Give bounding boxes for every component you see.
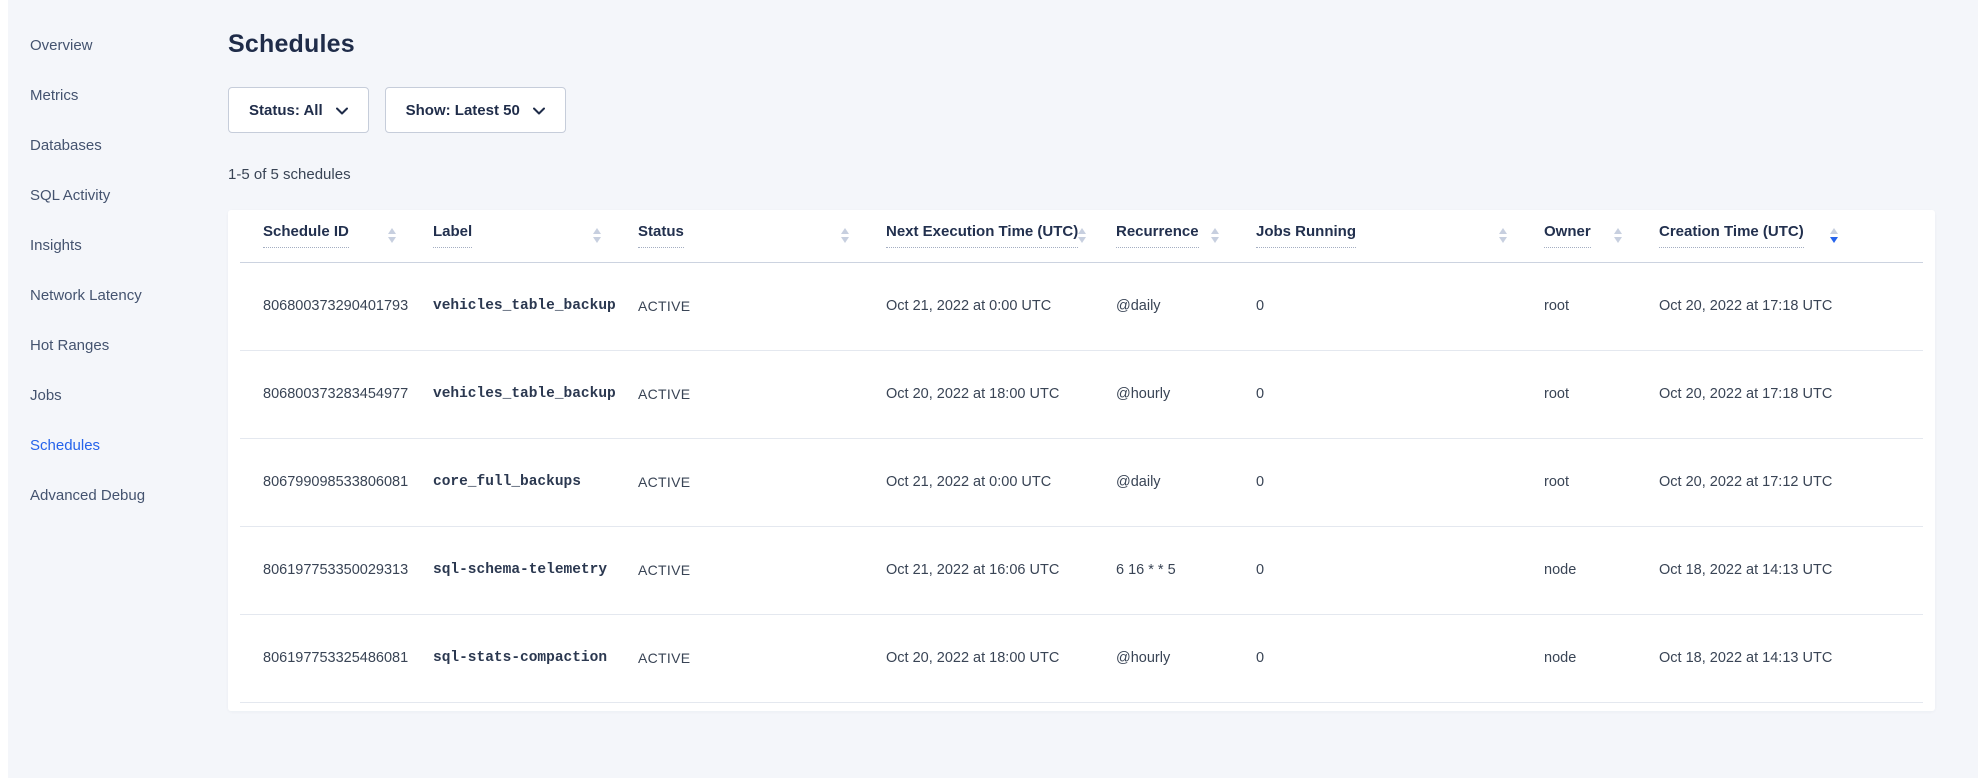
show-filter-dropdown[interactable]: Show: Latest 50 (385, 87, 566, 133)
schedules-table-card: Schedule ID Label Status (228, 210, 1935, 711)
column-label: Schedule ID (263, 223, 349, 248)
results-summary: 1-5 of 5 schedules (228, 166, 1935, 183)
cell-label: core_full_backups (410, 438, 615, 526)
cell-recurrence: @daily (1093, 438, 1233, 526)
cell-status: ACTIVE (615, 350, 863, 438)
cell-creation-time: Oct 18, 2022 at 14:13 UTC (1636, 614, 1923, 702)
column-header-recurrence[interactable]: Recurrence (1093, 210, 1233, 262)
sidebar-item-advanced-debug[interactable]: Advanced Debug (8, 470, 226, 520)
column-label: Owner (1544, 223, 1591, 248)
cell-jobs-running: 0 (1233, 438, 1521, 526)
schedules-table: Schedule ID Label Status (240, 210, 1923, 703)
column-label: Status (638, 223, 684, 248)
cell-next-execution: Oct 20, 2022 at 18:00 UTC (863, 350, 1093, 438)
cell-creation-time: Oct 18, 2022 at 14:13 UTC (1636, 526, 1923, 614)
main-content: Schedules Status: All Show: Latest 50 1-… (228, 0, 1935, 711)
cell-schedule-id: 806799098533806081 (240, 438, 410, 526)
cell-next-execution: Oct 21, 2022 at 0:00 UTC (863, 262, 1093, 350)
cell-recurrence: @hourly (1093, 350, 1233, 438)
column-label: Label (433, 223, 472, 248)
cell-jobs-running: 0 (1233, 262, 1521, 350)
cell-next-execution: Oct 21, 2022 at 16:06 UTC (863, 526, 1093, 614)
cell-jobs-running: 0 (1233, 526, 1521, 614)
table-header-row: Schedule ID Label Status (240, 210, 1923, 262)
column-label: Jobs Running (1256, 223, 1356, 248)
sort-icon (1211, 228, 1219, 243)
sort-icon (388, 228, 396, 243)
cell-creation-time: Oct 20, 2022 at 17:12 UTC (1636, 438, 1923, 526)
column-header-owner[interactable]: Owner (1521, 210, 1636, 262)
sidebar-item-metrics[interactable]: Metrics (8, 70, 226, 120)
cell-status: ACTIVE (615, 614, 863, 702)
column-header-next-execution-time[interactable]: Next Execution Time (UTC) (863, 210, 1093, 262)
column-header-label[interactable]: Label (410, 210, 615, 262)
show-filter-label: Show: Latest 50 (406, 102, 520, 119)
sidebar-item-overview[interactable]: Overview (8, 20, 226, 70)
sidebar-item-sql-activity[interactable]: SQL Activity (8, 170, 226, 220)
sidebar-item-databases[interactable]: Databases (8, 120, 226, 170)
cell-jobs-running: 0 (1233, 350, 1521, 438)
cell-next-execution: Oct 21, 2022 at 0:00 UTC (863, 438, 1093, 526)
cell-owner: root (1521, 262, 1636, 350)
cell-schedule-id: 806800373290401793 (240, 262, 410, 350)
chevron-down-icon (533, 107, 545, 115)
cell-owner: node (1521, 614, 1636, 702)
table-row: 806800373290401793 vehicles_table_backup… (240, 262, 1923, 350)
table-row: 806197753325486081 sql-stats-compaction … (240, 614, 1923, 702)
cell-status: ACTIVE (615, 526, 863, 614)
sort-icon (1078, 228, 1086, 243)
cell-label: sql-stats-compaction (410, 614, 615, 702)
cell-label: sql-schema-telemetry (410, 526, 615, 614)
cell-status: ACTIVE (615, 262, 863, 350)
chevron-down-icon (336, 107, 348, 115)
cell-schedule-id: 806800373283454977 (240, 350, 410, 438)
cell-owner: node (1521, 526, 1636, 614)
sort-icon (1499, 228, 1507, 243)
cell-recurrence: @hourly (1093, 614, 1233, 702)
table-row: 806799098533806081 core_full_backups ACT… (240, 438, 1923, 526)
page-title: Schedules (228, 30, 1935, 59)
cell-jobs-running: 0 (1233, 614, 1521, 702)
table-row: 806197753350029313 sql-schema-telemetry … (240, 526, 1923, 614)
filter-bar: Status: All Show: Latest 50 (228, 87, 1935, 133)
sort-icon (841, 228, 849, 243)
sidebar: Overview Metrics Databases SQL Activity … (8, 0, 226, 520)
cell-owner: root (1521, 438, 1636, 526)
status-filter-label: Status: All (249, 102, 323, 119)
column-label: Recurrence (1116, 223, 1199, 248)
cell-schedule-id: 806197753325486081 (240, 614, 410, 702)
sidebar-item-network-latency[interactable]: Network Latency (8, 270, 226, 320)
status-filter-dropdown[interactable]: Status: All (228, 87, 369, 133)
sort-desc-icon (1830, 228, 1838, 243)
cell-schedule-id: 806197753350029313 (240, 526, 410, 614)
cell-creation-time: Oct 20, 2022 at 17:18 UTC (1636, 262, 1923, 350)
cell-label: vehicles_table_backup (410, 262, 615, 350)
sidebar-item-insights[interactable]: Insights (8, 220, 226, 270)
column-label: Next Execution Time (UTC) (886, 223, 1078, 248)
cell-status: ACTIVE (615, 438, 863, 526)
sidebar-item-jobs[interactable]: Jobs (8, 370, 226, 420)
cell-recurrence: @daily (1093, 262, 1233, 350)
sidebar-item-hot-ranges[interactable]: Hot Ranges (8, 320, 226, 370)
table-row: 806800373283454977 vehicles_table_backup… (240, 350, 1923, 438)
cell-recurrence: 6 16 * * 5 (1093, 526, 1233, 614)
sidebar-item-schedules[interactable]: Schedules (8, 420, 226, 470)
cell-owner: root (1521, 350, 1636, 438)
sort-icon (1614, 228, 1622, 243)
column-header-jobs-running[interactable]: Jobs Running (1233, 210, 1521, 262)
sort-icon (593, 228, 601, 243)
window-left-edge (0, 0, 8, 778)
cell-label: vehicles_table_backup (410, 350, 615, 438)
column-label: Creation Time (UTC) (1659, 223, 1804, 248)
column-header-creation-time[interactable]: Creation Time (UTC) (1636, 210, 1923, 262)
cell-creation-time: Oct 20, 2022 at 17:18 UTC (1636, 350, 1923, 438)
cell-next-execution: Oct 20, 2022 at 18:00 UTC (863, 614, 1093, 702)
column-header-status[interactable]: Status (615, 210, 863, 262)
column-header-schedule-id[interactable]: Schedule ID (240, 210, 410, 262)
